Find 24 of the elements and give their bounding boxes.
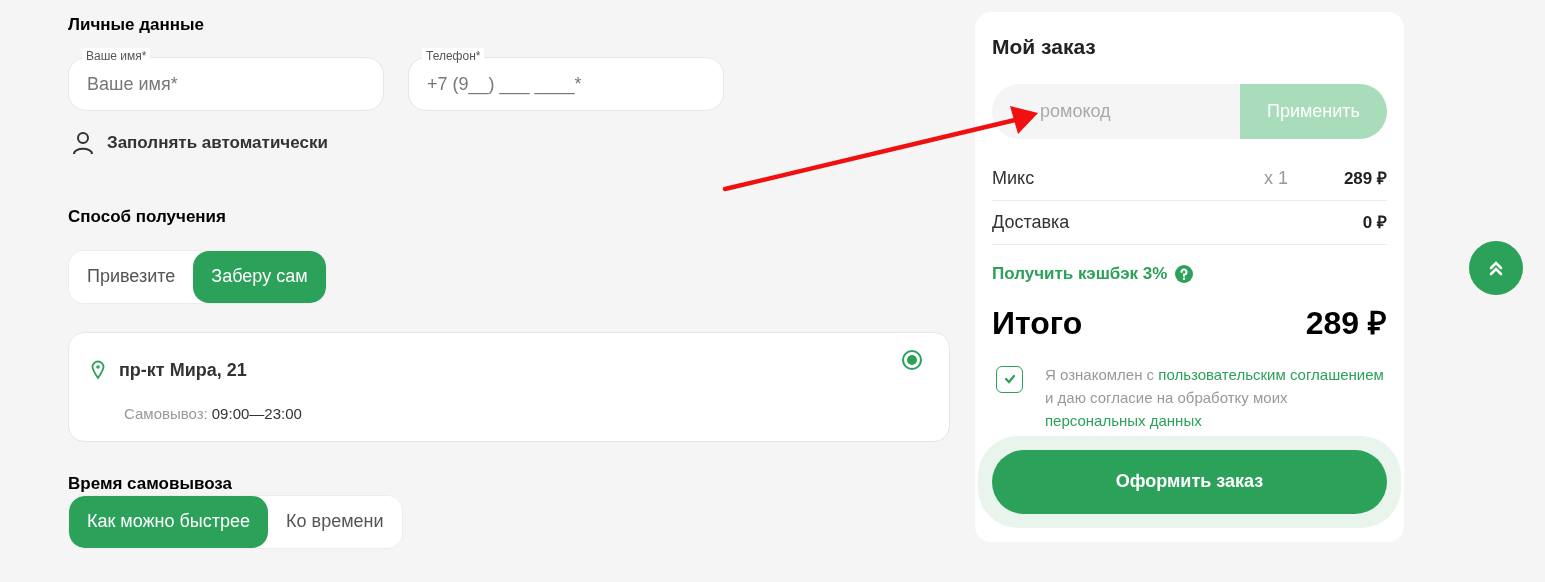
consent-link[interactable]: пользовательским соглашением: [1158, 365, 1384, 383]
item-price: 289 ₽: [1343, 167, 1387, 190]
section-title: Время самовывоза: [68, 472, 233, 495]
hours-label: Самовывоз:: [124, 403, 208, 424]
consent-text: Я ознакомлен с пользовательским соглашением и даю согласие на обработку моих персональных данных: [1045, 364, 1385, 431]
hours-text: 09:00—23:00: [211, 403, 302, 424]
item-quantity: x 1: [1263, 167, 1289, 190]
pickup-point-card[interactable]: пр-кт Мира, 21 Самовывоз: 09:00—23:00: [68, 331, 950, 442]
option-tab[interactable]: Как можно быстрее: [69, 495, 269, 548]
total-label: Итого: [992, 303, 1083, 343]
section-title: Способ получения: [68, 205, 227, 228]
section-title: Личные данные: [68, 14, 205, 36]
total-price: 289 ₽: [1305, 303, 1387, 343]
submit-order-button[interactable]: Оформить заказ: [992, 449, 1387, 514]
item-price: 0 ₽: [1362, 211, 1387, 234]
option-tab[interactable]: Заберу сам: [193, 250, 326, 303]
autofill-link[interactable]: Заполнять автоматически: [107, 130, 328, 156]
field-label: Телефон*: [422, 48, 485, 64]
item-name: Микс: [992, 167, 1036, 190]
cashback-link[interactable]: Получить кэшбэк 3%: [992, 261, 1168, 287]
item-name: Доставка: [992, 211, 1071, 234]
card-title: Мой заказ: [992, 34, 1097, 60]
address-text: пр-кт Мира, 21: [119, 358, 247, 382]
consent-link[interactable]: персональных данных: [1045, 411, 1202, 429]
